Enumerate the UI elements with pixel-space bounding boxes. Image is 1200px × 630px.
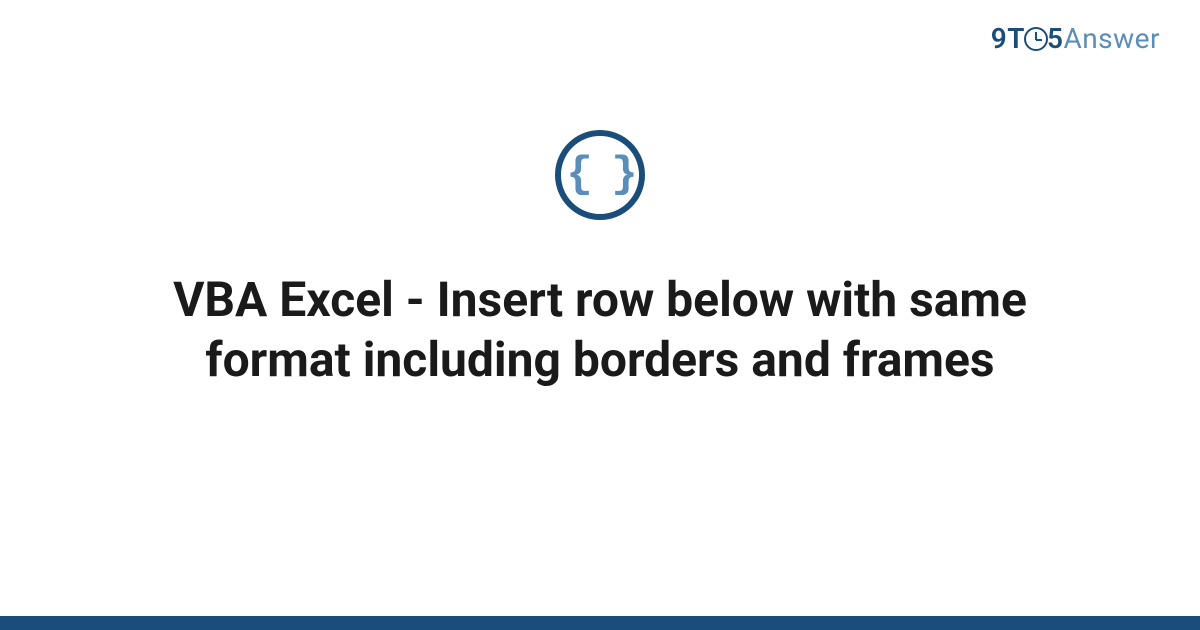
site-logo: 9T5Answer bbox=[991, 22, 1160, 55]
logo-char-9: 9 bbox=[991, 22, 1008, 55]
code-braces-icon: { } bbox=[566, 150, 633, 200]
footer-accent-bar bbox=[0, 616, 1200, 630]
topic-icon-circle: { } bbox=[555, 130, 645, 220]
logo-word-answer: Answer bbox=[1063, 22, 1160, 55]
main-content: { } VBA Excel - Insert row below with sa… bbox=[0, 130, 1200, 390]
page-title: VBA Excel - Insert row below with same f… bbox=[100, 270, 1100, 390]
logo-char-5: 5 bbox=[1047, 22, 1064, 55]
clock-icon bbox=[1024, 27, 1048, 51]
logo-char-t: T bbox=[1007, 22, 1025, 55]
